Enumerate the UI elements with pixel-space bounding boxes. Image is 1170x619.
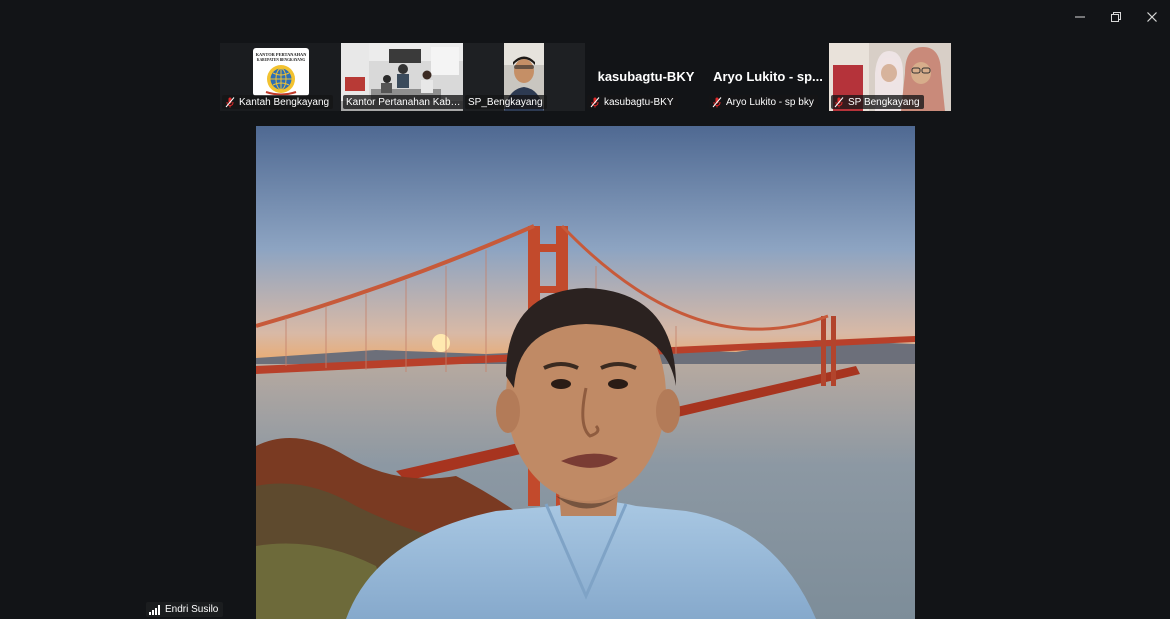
participant-label: kasubagtu-BKY (587, 95, 678, 109)
mic-off-icon (712, 96, 722, 107)
signal-bars-icon (149, 604, 160, 615)
zoom-meeting-window: KANTOR PERTANAHAN KABUPATEN BENGKAYANG K… (0, 0, 1170, 619)
participant-tile[interactable]: SP_Bengkayang (463, 43, 585, 111)
participant-name: Aryo Lukito - sp bky (726, 96, 814, 108)
participant-name: SP Bengkayang (848, 96, 920, 108)
participant-display-name: Aryo Lukito - sp... (713, 69, 823, 84)
window-controls (1062, 0, 1170, 34)
participant-tile[interactable]: KANTOR PERTANAHAN KABUPATEN BENGKAYANG K… (220, 43, 342, 111)
mic-off-icon (225, 96, 235, 107)
participant-name: kasubagtu-BKY (604, 96, 674, 108)
mic-off-icon (834, 96, 844, 107)
active-speaker-label: Endri Susilo (146, 602, 224, 617)
close-button[interactable] (1134, 0, 1170, 34)
agency-logo: KANTOR PERTANAHAN KABUPATEN BENGKAYANG (253, 48, 309, 96)
participant-tile[interactable]: Kantor Pertanahan Kabup... (341, 43, 463, 111)
mic-off-icon (590, 96, 600, 107)
participant-tile[interactable]: kasubagtu-BKY kasubagtu-BKY (585, 43, 707, 111)
restore-button[interactable] (1098, 0, 1134, 34)
virtual-background (256, 126, 915, 619)
close-icon (1147, 12, 1157, 22)
participant-name: Kantor Pertanahan Kabup... (346, 96, 462, 108)
participant-label: SP_Bengkayang (465, 95, 547, 109)
participant-display-name: kasubagtu-BKY (597, 69, 695, 84)
participant-name: SP_Bengkayang (468, 96, 543, 108)
logo-line-1: KANTOR PERTANAHAN (256, 52, 308, 57)
logo-line-2: KABUPATEN BENGKAYANG (257, 58, 306, 62)
participant-label: Aryo Lukito - sp bky (709, 95, 818, 109)
participant-label: Kantor Pertanahan Kabup... (343, 95, 463, 109)
active-speaker-name: Endri Susilo (165, 604, 219, 615)
participant-label: SP Bengkayang (831, 95, 924, 109)
participant-tile[interactable]: SP Bengkayang (829, 43, 951, 111)
minimize-icon (1075, 16, 1085, 18)
participant-name: Kantah Bengkayang (239, 96, 330, 108)
minimize-button[interactable] (1062, 0, 1098, 34)
active-speaker-video[interactable] (256, 126, 915, 619)
restore-icon (1111, 12, 1121, 22)
participant-label: Kantah Bengkayang (222, 95, 334, 109)
participant-tile[interactable]: Aryo Lukito - sp... Aryo Lukito - sp bky (707, 43, 829, 111)
